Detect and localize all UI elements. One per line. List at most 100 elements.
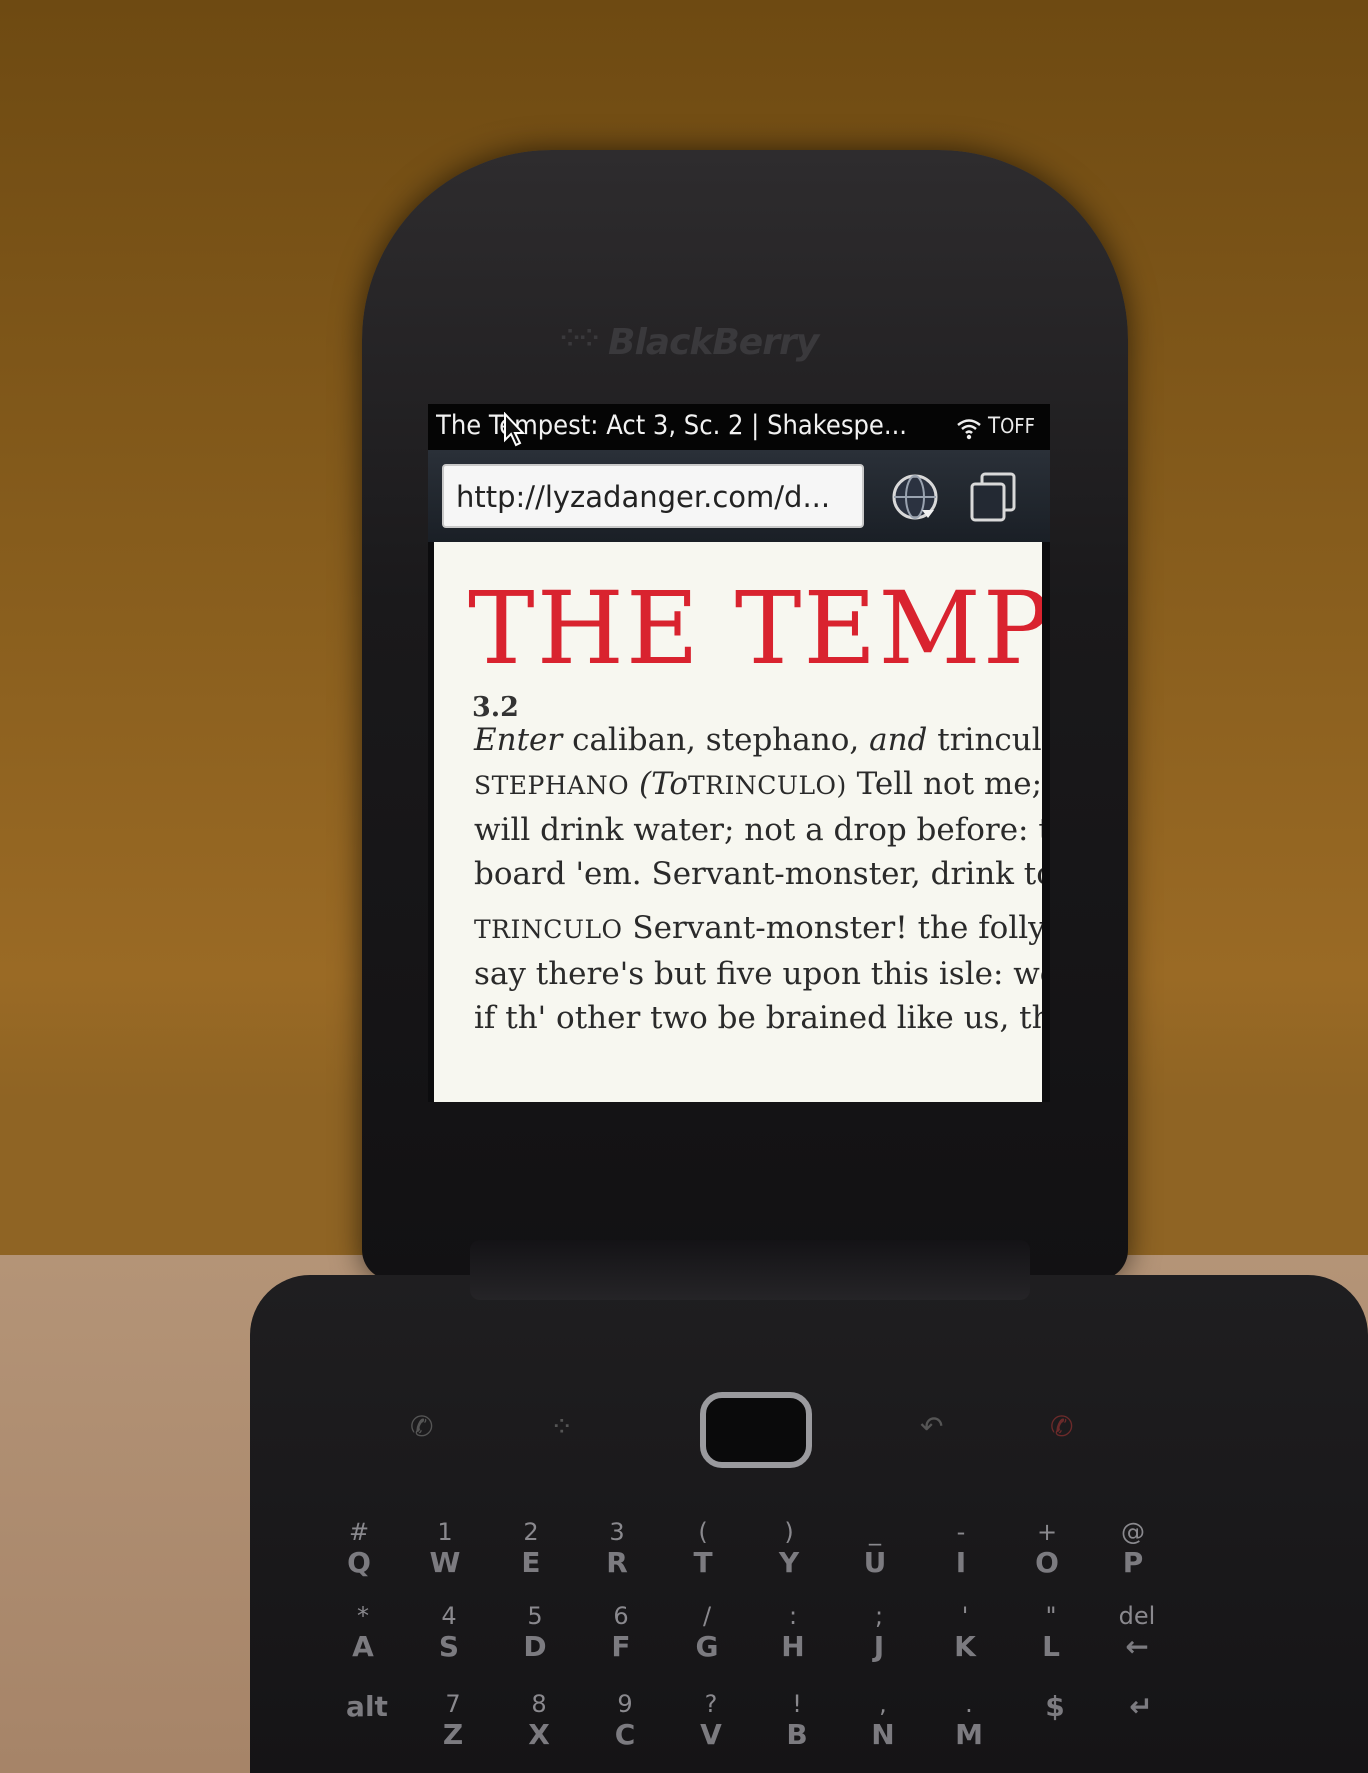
- key-alt-label: ): [784, 1518, 794, 1546]
- keyboard-row-3: alt 7 Z 8 X 9 C? V! B, N. M $ ↵: [320, 1690, 1220, 1770]
- key-1-1[interactable]: 4S: [410, 1602, 488, 1678]
- key-0-8[interactable]: + O: [1008, 1518, 1086, 1594]
- key-label: ↵: [1129, 1690, 1153, 1723]
- key-0-5[interactable]: ) Y: [750, 1518, 828, 1594]
- browser-toolbar: http://lyzadanger.com/d...: [428, 450, 1050, 542]
- speech-stephano: STEPHANO (ToTRINCULO) Tell not me; w wil…: [474, 766, 1042, 892]
- key-1-5[interactable]: :H: [754, 1602, 832, 1678]
- key-label: J: [873, 1630, 885, 1663]
- key-2-0[interactable]: alt: [328, 1690, 406, 1766]
- key-label: C: [614, 1718, 636, 1751]
- key-1-8[interactable]: " L: [1012, 1602, 1090, 1678]
- key-alt-label: 8: [531, 1690, 547, 1718]
- back-icon[interactable]: ↶: [920, 1410, 943, 1443]
- key-0-4[interactable]: (T: [664, 1518, 742, 1594]
- tabs-icon[interactable]: [968, 470, 1020, 524]
- key-1-3[interactable]: 6F: [582, 1602, 660, 1678]
- key-alt-label: _: [869, 1518, 881, 1546]
- pointer-cursor-icon: [504, 412, 526, 447]
- key-alt-label: 7: [445, 1690, 461, 1718]
- key-label: Z: [442, 1718, 464, 1751]
- keyboard-row-2: * A 4 S 5 D 6 F / G: H; J ' K " Ldel ←: [320, 1602, 1220, 1682]
- key-alt-label: 6: [613, 1602, 629, 1630]
- key-alt-label: -: [956, 1518, 966, 1546]
- end-call-icon[interactable]: ✆: [1050, 1410, 1073, 1443]
- address-bar[interactable]: http://lyzadanger.com/d...: [442, 464, 864, 528]
- key-label: B: [786, 1718, 808, 1751]
- signal-icon: T: [988, 414, 1001, 439]
- key-1-9[interactable]: del ←: [1098, 1602, 1176, 1678]
- key-1-0[interactable]: * A: [324, 1602, 402, 1678]
- key-alt-label: ;: [874, 1602, 884, 1630]
- key-0-3[interactable]: 3R: [578, 1518, 656, 1594]
- key-label: R: [606, 1546, 628, 1579]
- globe-icon[interactable]: [888, 470, 942, 524]
- stage-direction: Enter caliban, stephano, and trinculo: [474, 722, 1042, 758]
- key-alt-label: (: [698, 1518, 708, 1546]
- key-label: M: [955, 1718, 983, 1751]
- brand-logo: ⁘⁘ BlackBerry: [560, 322, 819, 363]
- key-1-6[interactable]: ; J: [840, 1602, 918, 1678]
- key-alt-label: !: [792, 1690, 802, 1718]
- key-alt-label: .: [965, 1690, 973, 1718]
- key-label: H: [781, 1630, 805, 1663]
- key-1-2[interactable]: 5D: [496, 1602, 574, 1678]
- key-label: Q: [347, 1546, 371, 1579]
- trackpad[interactable]: [700, 1392, 812, 1468]
- key-2-1[interactable]: 7Z: [414, 1690, 492, 1766]
- key-label: X: [528, 1718, 550, 1751]
- key-2-8[interactable]: $: [1016, 1690, 1094, 1766]
- key-0-9[interactable]: @ P: [1094, 1518, 1172, 1594]
- key-1-4[interactable]: / G: [668, 1602, 746, 1678]
- web-page-content: THE TEMPE 3.2 Enter caliban, stephano, a…: [434, 542, 1042, 1102]
- key-alt-label: 1: [437, 1518, 453, 1546]
- key-0-7[interactable]: -I: [922, 1518, 1000, 1594]
- key-alt-label: /: [702, 1602, 712, 1630]
- key-alt-label: ?: [704, 1690, 718, 1718]
- key-alt-label: ': [961, 1602, 969, 1630]
- key-2-5[interactable]: ! B: [758, 1690, 836, 1766]
- key-label: N: [871, 1718, 895, 1751]
- status-bar: The Tempest: Act 3, Sc. 2 | Shakespe... …: [428, 404, 1050, 450]
- key-label: A: [352, 1630, 374, 1663]
- key-label: O: [1035, 1546, 1059, 1579]
- key-2-4[interactable]: ? V: [672, 1690, 750, 1766]
- key-alt-label: 9: [617, 1690, 633, 1718]
- key-2-7[interactable]: .M: [930, 1690, 1008, 1766]
- key-label: T: [693, 1546, 713, 1579]
- key-1-7[interactable]: ' K: [926, 1602, 1004, 1678]
- key-2-6[interactable]: ,N: [844, 1690, 922, 1766]
- key-0-0[interactable]: # Q: [320, 1518, 398, 1594]
- speaker-name: STEPHANO: [474, 771, 630, 800]
- phone-hinge: [470, 1240, 1030, 1300]
- wifi-icon: [957, 419, 981, 440]
- menu-icon[interactable]: ⁘: [550, 1410, 573, 1443]
- key-label: U: [863, 1546, 887, 1579]
- key-alt-label: @: [1121, 1518, 1145, 1546]
- key-label: ←: [1125, 1630, 1149, 1663]
- key-label: P: [1122, 1546, 1144, 1579]
- key-0-6[interactable]: _ U: [836, 1518, 914, 1594]
- key-alt-label: ": [1045, 1602, 1057, 1630]
- key-alt-label: *: [357, 1602, 369, 1630]
- key-alt-label: :: [788, 1602, 798, 1630]
- key-2-2[interactable]: 8X: [500, 1690, 578, 1766]
- key-alt-label: del: [1118, 1602, 1156, 1630]
- key-0-1[interactable]: 1W: [406, 1518, 484, 1594]
- keyboard-row-1: # Q 1 W 2 E 3 R(T) Y _ U - I + O @ P: [320, 1518, 1220, 1598]
- speech-trinculo: TRINCULO Servant-monster! the folly c sa…: [474, 910, 1042, 1036]
- key-2-9[interactable]: ↵: [1102, 1690, 1180, 1766]
- key-0-2[interactable]: 2E: [492, 1518, 570, 1594]
- key-label: F: [611, 1630, 631, 1663]
- phone-screen: The Tempest: Act 3, Sc. 2 | Shakespe... …: [428, 404, 1050, 1102]
- key-alt-label: +: [1036, 1518, 1058, 1546]
- key-alt-label: 3: [609, 1518, 625, 1546]
- blackberry-logo-icon: ⁘⁘: [560, 324, 599, 352]
- play-title: THE TEMPE: [468, 570, 1042, 687]
- call-icon[interactable]: ✆: [410, 1410, 433, 1443]
- key-label: I: [955, 1546, 967, 1579]
- key-label: D: [523, 1630, 547, 1663]
- key-label: L: [1042, 1630, 1060, 1663]
- key-label: W: [429, 1546, 461, 1579]
- key-2-3[interactable]: 9C: [586, 1690, 664, 1766]
